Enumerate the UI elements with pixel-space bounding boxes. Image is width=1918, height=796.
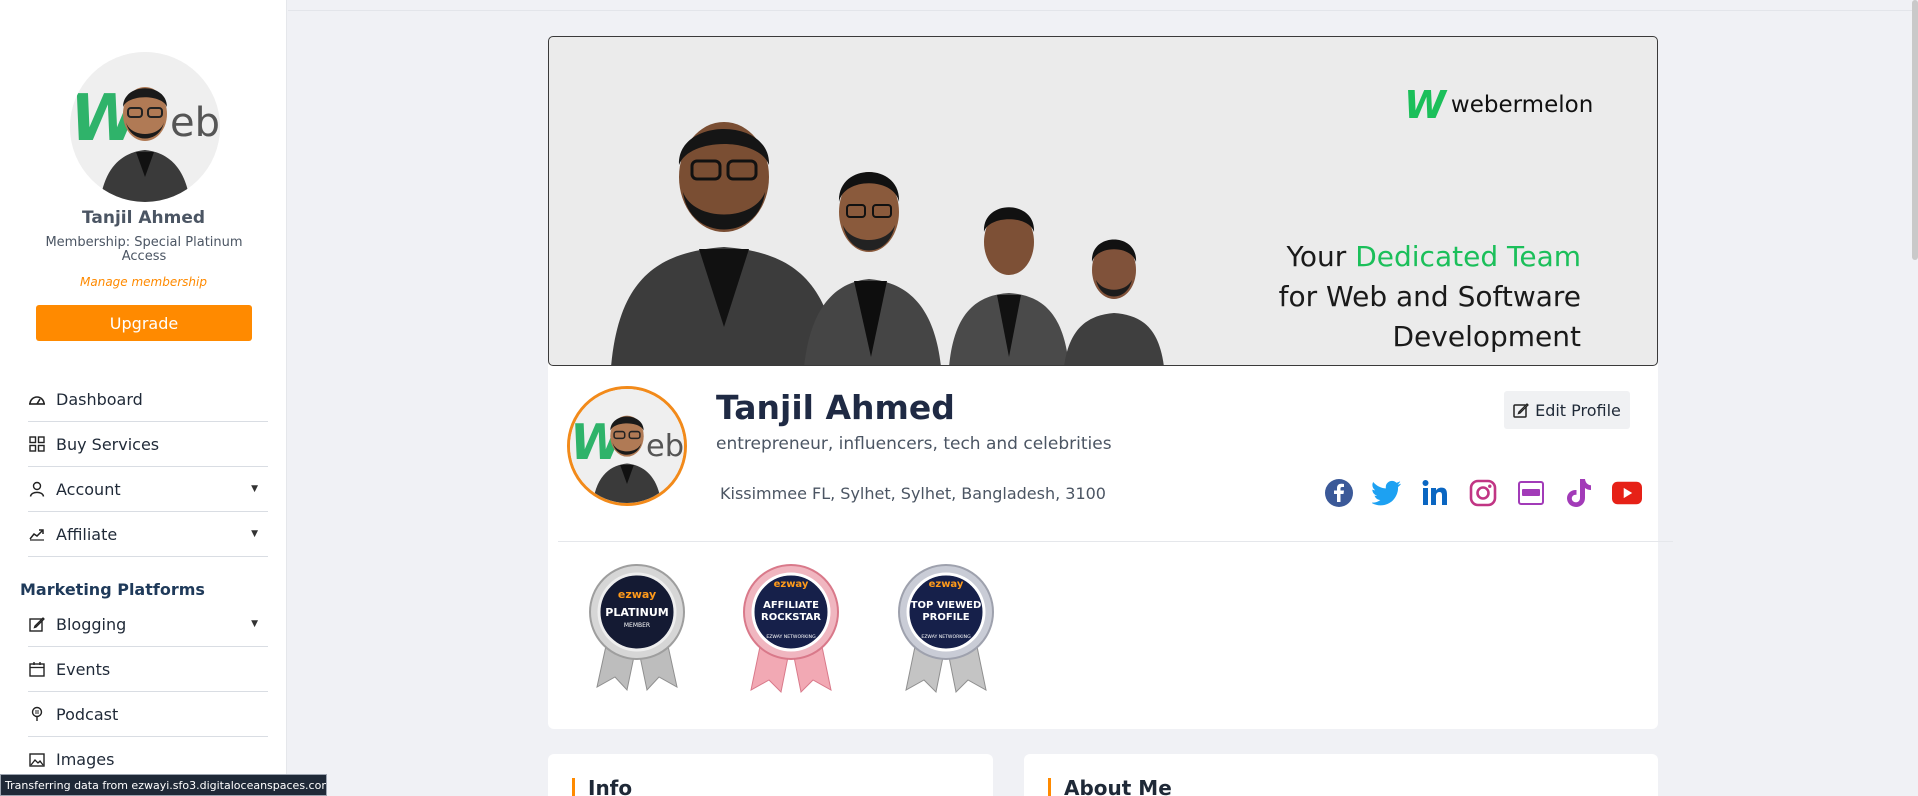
social-links	[1324, 478, 1642, 508]
grid-icon	[28, 435, 46, 453]
linkedin-icon[interactable]	[1420, 478, 1450, 508]
sidebar-item-blogging[interactable]: Blogging ▼	[28, 602, 268, 647]
about-me-heading: About Me	[1064, 776, 1172, 796]
brand-logo: W webermelon	[1404, 83, 1593, 127]
dashboard-gauge-icon	[28, 390, 46, 408]
badge-platinum-member: ezway PLATINUM MEMBER	[587, 562, 687, 694]
brand-mark: W	[1404, 83, 1446, 127]
sidebar-item-dashboard[interactable]: Dashboard	[28, 377, 268, 422]
edit-profile-label: Edit Profile	[1535, 400, 1621, 420]
sidebar-item-buy-services[interactable]: Buy Services	[28, 422, 268, 467]
edit-icon	[28, 615, 46, 633]
svg-text:eb: eb	[646, 429, 684, 464]
edit-icon	[1513, 403, 1529, 418]
sidebar-item-account[interactable]: Account ▼	[28, 467, 268, 512]
sidebar-item-label: Images	[56, 750, 115, 769]
section-title-marketing-platforms: Marketing Platforms	[20, 580, 205, 599]
page-scrollbar[interactable]	[1912, 0, 1918, 260]
tagline-line-2: for Web and Software	[1278, 280, 1581, 313]
profile-name: Tanjil Ahmed	[716, 388, 955, 427]
sidebar-item-label: Affiliate	[56, 524, 118, 544]
profile-divider	[558, 541, 1673, 542]
svg-text:ezway: ezway	[618, 588, 656, 601]
svg-text:AFFILIATE: AFFILIATE	[763, 600, 819, 611]
calendar-icon	[28, 660, 46, 678]
svg-text:PLATINUM: PLATINUM	[605, 606, 668, 619]
sidebar-item-affiliate[interactable]: Affiliate ▼	[28, 512, 268, 557]
profile-tagline: entrepreneur, influencers, tech and cele…	[716, 434, 1112, 454]
profile-location: Kissimmee FL, Sylhet, Sylhet, Bangladesh…	[720, 484, 1106, 503]
about-me-card: About Me	[1024, 754, 1658, 796]
user-icon	[28, 480, 46, 498]
meetup-icon[interactable]	[1516, 478, 1546, 508]
tiktok-icon[interactable]	[1564, 478, 1594, 508]
sidebar-item-label: Podcast	[56, 704, 119, 724]
svg-text:EZWAY NETWORKING: EZWAY NETWORKING	[921, 634, 971, 640]
facebook-icon[interactable]	[1324, 478, 1354, 508]
top-divider	[288, 10, 1918, 11]
sidebar-item-events[interactable]: Events	[28, 647, 268, 692]
membership-text: Membership: Special Platinum Access	[45, 235, 243, 264]
edit-profile-button[interactable]: Edit Profile	[1504, 391, 1630, 429]
badge-top-viewed-profile: ezway TOP VIEWED PROFILE EZWAY NETWORKIN…	[896, 562, 996, 694]
sidebar-avatar[interactable]: W eb	[70, 52, 220, 202]
svg-text:EZWAY NETWORKING: EZWAY NETWORKING	[766, 634, 816, 640]
profile-banner: W webermelon Your Dedicated Team for Web…	[548, 36, 1658, 366]
svg-text:TOP VIEWED: TOP VIEWED	[911, 600, 982, 611]
badge-affiliate-rockstar: ezway AFFILIATE ROCKSTAR EZWAY NETWORKIN…	[741, 562, 841, 694]
svg-text:ROCKSTAR: ROCKSTAR	[761, 612, 821, 623]
caret-down-icon: ▼	[251, 619, 258, 629]
svg-text:ezway: ezway	[929, 579, 964, 590]
section-accent-bar	[572, 778, 575, 796]
info-heading: Info	[588, 776, 633, 796]
avatar-photo: W eb	[570, 389, 684, 503]
twitter-icon[interactable]	[1372, 478, 1402, 508]
caret-down-icon: ▼	[251, 529, 258, 539]
sidebar-item-label: Events	[56, 659, 111, 679]
svg-text:eb: eb	[170, 100, 220, 146]
sidebar-item-podcast[interactable]: Podcast	[28, 692, 268, 737]
caret-down-icon: ▼	[251, 484, 258, 494]
section-accent-bar	[1048, 778, 1051, 796]
brand-name: webermelon	[1450, 92, 1594, 118]
tagline-prefix: Your	[1286, 240, 1356, 273]
sidebar-item-label: Buy Services	[56, 434, 160, 454]
svg-text:PROFILE: PROFILE	[922, 612, 969, 623]
trend-chart-icon	[28, 525, 46, 543]
tagline-line-3: Development	[1392, 320, 1582, 353]
sidebar-item-label: Dashboard	[56, 389, 143, 409]
svg-text:MEMBER: MEMBER	[624, 622, 650, 629]
sidebar: W eb Tanjil Ahmed Membership: Special Pl…	[0, 0, 287, 796]
image-icon	[28, 751, 46, 769]
info-card: Info	[548, 754, 993, 796]
instagram-icon[interactable]	[1468, 478, 1498, 508]
sidebar-item-label: Blogging	[56, 614, 127, 634]
sidebar-user-name: Tanjil Ahmed	[81, 208, 206, 228]
profile-avatar: W eb	[567, 386, 687, 506]
upgrade-button[interactable]: Upgrade	[36, 305, 252, 341]
svg-text:ezway: ezway	[774, 579, 809, 590]
avatar-photo: W eb	[70, 52, 220, 202]
microphone-icon	[28, 705, 46, 723]
tagline-highlight: Dedicated Team	[1355, 240, 1581, 273]
sidebar-item-label: Account	[56, 479, 121, 499]
youtube-icon[interactable]	[1612, 478, 1642, 508]
browser-status-bar: Transferring data from ezwayi.sfo3.digit…	[0, 774, 327, 796]
manage-membership-link[interactable]: Manage membership	[0, 275, 287, 289]
banner-tagline: Your Dedicated Team for Web and Software…	[1279, 237, 1581, 357]
